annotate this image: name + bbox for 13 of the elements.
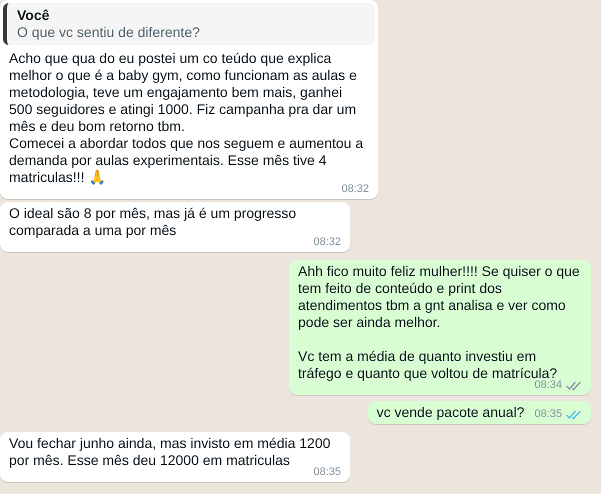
message-time: 08:32 — [313, 235, 341, 250]
message-time: 08:35 — [534, 407, 562, 422]
message-time: 08:32 — [341, 182, 369, 197]
message-time: 08:34 — [534, 378, 562, 393]
message-text: vc vende pacote anual? — [376, 404, 524, 421]
message-text: Vou fechar junho ainda, mas invisto em média 1200 por mês. Esse mês deu 12000 em matriculas — [9, 435, 330, 468]
message-text: O ideal são 8 por mês, mas já é um progresso comparada a uma por mês — [9, 205, 298, 239]
message-time: 08:35 — [313, 465, 341, 480]
quoted-message[interactable]: Você O que vc sentiu de diferente? — [3, 3, 375, 45]
quote-author: Você — [17, 7, 50, 24]
quote-text: O que vc sentiu de diferente? — [17, 24, 201, 41]
message-text: Acho que qua do eu postei um co teúdo que explica melhor o que é a baby gym, como funcionam as aulas e metodologia, teve um engajamento bem mais, ganhei 500 seguidores e atingi 1000. Fiz campanha pra dar um mês e deu bom retorno tbm. Comecei a abordar todos que nos seguem e aumentou a demanda por aulas experimentais. Esse mês tive 4 matriculas!!! 🙏 — [9, 50, 364, 185]
message-text: Ahh fico muito feliz mulher!!!! Se quiser o que tem feito de conteúdo e print dos atendimentos tbm a gnt analisa e ver como pode ser ainda melhor. Vc tem a média de quanto investiu em tráfego e quanto que voltou de matrícula? — [298, 263, 581, 381]
